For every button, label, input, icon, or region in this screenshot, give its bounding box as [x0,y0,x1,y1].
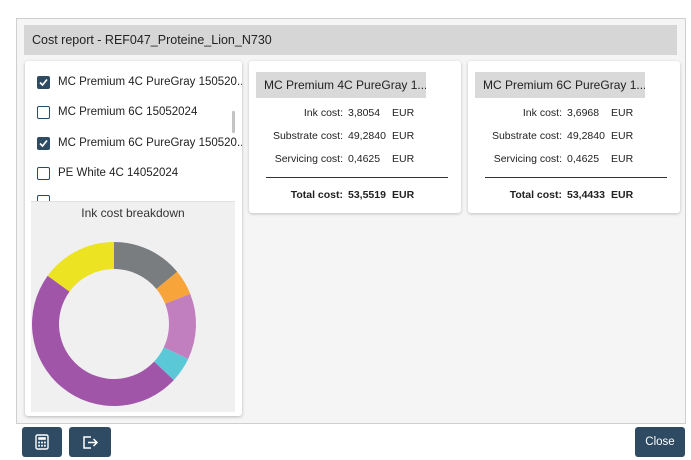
servicing-cost-label: Servicing cost: [274,153,343,165]
checklist-item-label: MC Premium 6C 15052024 [58,106,198,118]
export-button[interactable] [69,427,111,457]
ink-cost-value: 3,6968 [567,107,600,119]
dialog-title: Cost report - REF047_Proteine_Lion_N730 [24,25,677,55]
total-cost-value: 53,4433 [567,189,605,201]
substrate-cost-row: Substrate cost: 49,2840 EUR [468,130,680,146]
close-button[interactable]: Close [635,427,685,457]
servicing-cost-label: Servicing cost: [493,153,562,165]
total-cost-unit: EUR [611,189,634,201]
cost-card-title: MC Premium 4C PureGray 1... [256,72,426,98]
ink-cost-row: Ink cost: 3,8054 EUR [249,107,461,123]
substrate-cost-label: Substrate cost: [491,130,562,142]
ink-cost-value: 3,8054 [348,107,381,119]
checklist-item[interactable]: MC Premium 4C PureGray 150520... [37,72,242,92]
substrate-cost-row: Substrate cost: 49,2840 EUR [249,130,461,146]
total-cost-value: 53,5519 [348,189,386,201]
calculator-icon [35,434,49,450]
checkbox-checked[interactable] [37,75,50,89]
checklist-item[interactable]: MC Premium 6C 15052024 [37,102,197,122]
cost-card-2: MC Premium 6C PureGray 1... Ink cost: 3,… [468,61,680,213]
checklist-item[interactable]: MC Premium 6C PureGray 150520... [37,133,242,153]
cost-card-1: MC Premium 4C PureGray 1... Ink cost: 3,… [249,61,461,213]
checklist-item-label: PE White 4C 14052024 [58,167,179,179]
configuration-checklist[interactable]: MC Premium 4C PureGray 150520... MC Prem… [25,61,242,201]
ink-cost-unit: EUR [611,107,634,119]
checkmark-icon [39,139,48,147]
checkbox-checked[interactable] [37,136,50,150]
checkmark-icon [39,78,48,86]
total-cost-row: Total cost: 53,5519 EUR [249,189,461,205]
left-panel: MC Premium 4C PureGray 150520... MC Prem… [25,61,242,416]
checklist-item-partial[interactable] [37,191,58,201]
calculator-button[interactable] [22,427,62,457]
ink-cost-donut-chart [32,242,196,406]
servicing-cost-unit: EUR [611,153,634,165]
ink-cost-label: Ink cost: [303,107,343,119]
checkbox-unchecked[interactable] [37,166,50,180]
total-cost-label: Total cost: [290,189,343,201]
servicing-cost-value: 0,4625 [348,153,381,165]
ink-cost-unit: EUR [392,107,415,119]
servicing-cost-row: Servicing cost: 0,4625 EUR [249,153,461,169]
checklist-item[interactable]: PE White 4C 14052024 [37,163,178,183]
donut-slice-2[interactable] [163,293,196,359]
checklist-scrollbar-thumb[interactable] [232,111,235,133]
export-icon [82,435,98,449]
card-divider [266,177,448,178]
checklist-item-label: MC Premium 6C PureGray 150520... [58,137,242,149]
ink-cost-row: Ink cost: 3,6968 EUR [468,107,680,123]
total-cost-label: Total cost: [509,189,562,201]
checkbox-unchecked[interactable] [37,105,50,119]
ink-cost-chart-panel: Ink cost breakdown [31,201,235,412]
cost-card-title: MC Premium 6C PureGray 1... [475,72,645,98]
substrate-cost-unit: EUR [611,130,634,142]
ink-cost-label: Ink cost: [522,107,562,119]
total-cost-unit: EUR [392,189,415,201]
substrate-cost-label: Substrate cost: [272,130,343,142]
card-divider [485,177,667,178]
cost-report-dialog: Cost report - REF047_Proteine_Lion_N730 … [16,18,686,424]
servicing-cost-unit: EUR [392,153,415,165]
checklist-item-label: MC Premium 4C PureGray 150520... [58,76,242,88]
total-cost-row: Total cost: 53,4433 EUR [468,189,680,205]
substrate-cost-value: 49,2840 [567,130,605,142]
servicing-cost-value: 0,4625 [567,153,600,165]
servicing-cost-row: Servicing cost: 0,4625 EUR [468,153,680,169]
donut-slice-4[interactable] [32,275,174,406]
substrate-cost-value: 49,2840 [348,130,386,142]
substrate-cost-unit: EUR [392,130,415,142]
